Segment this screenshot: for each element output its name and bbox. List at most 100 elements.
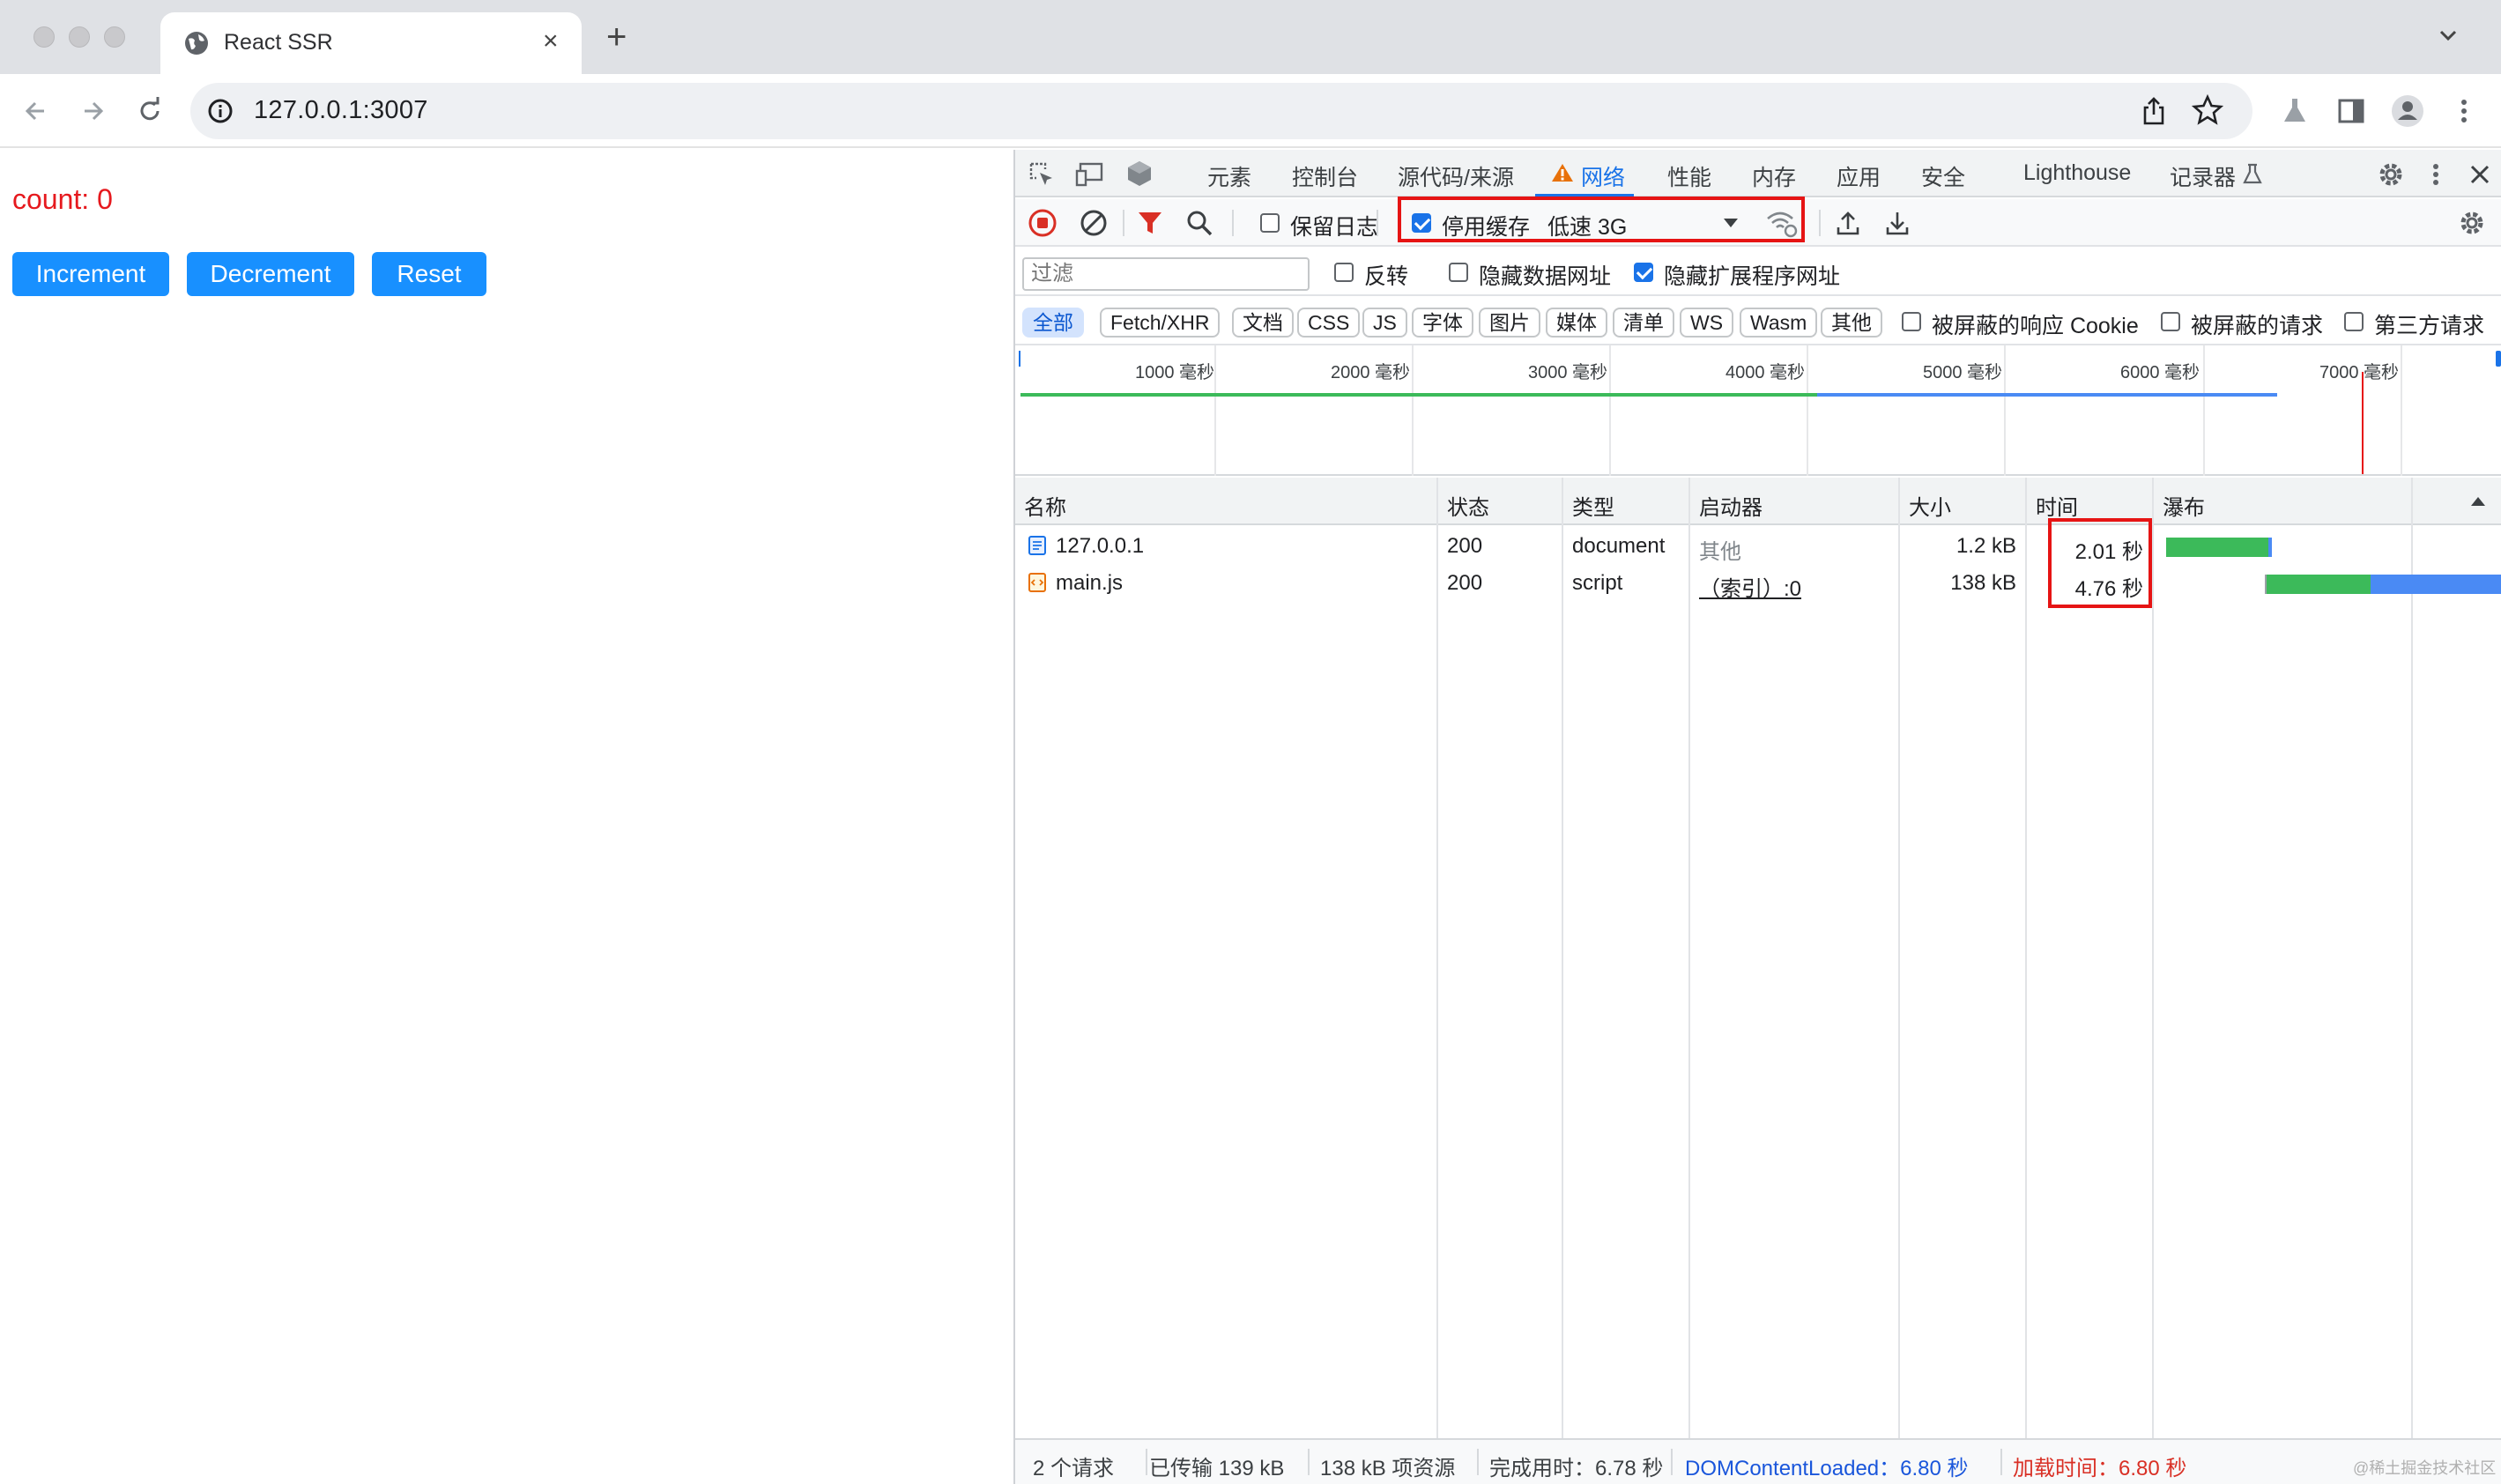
type-chip-img[interactable]: 图片 — [1479, 308, 1540, 338]
third-party-checkbox[interactable] — [2344, 312, 2364, 331]
column-divider[interactable] — [2152, 478, 2154, 1438]
settings-gear-icon[interactable] — [2376, 160, 2406, 189]
tab-close-icon[interactable]: × — [543, 26, 559, 56]
column-header-time[interactable]: 时间 — [2036, 490, 2078, 521]
request-name[interactable]: 127.0.0.1 — [1056, 534, 1144, 559]
column-header-initiator[interactable]: 启动器 — [1699, 490, 1763, 521]
toolbar-divider — [1377, 210, 1378, 236]
device-toolbar-icon[interactable] — [1075, 160, 1105, 189]
request-initiator-link[interactable]: （索引）:0 — [1699, 571, 1801, 602]
invert-label: 反转 — [1364, 264, 1409, 289]
overview-left-handle[interactable] — [1019, 351, 1020, 367]
blocked-requests-checkbox[interactable] — [2161, 312, 2180, 331]
back-arrow-icon[interactable] — [18, 92, 56, 130]
toolbar-divider — [1819, 210, 1821, 236]
column-header-size[interactable]: 大小 — [1909, 490, 1951, 521]
type-chip-manifest[interactable]: 清单 — [1613, 308, 1674, 338]
waterfall-bar[interactable] — [2267, 575, 2371, 594]
overview-gridline — [1807, 345, 1808, 476]
sort-ascending-icon[interactable] — [2469, 495, 2487, 508]
request-name[interactable]: main.js — [1056, 571, 1123, 596]
overview-right-handle[interactable] — [2496, 351, 2501, 367]
site-info-icon[interactable] — [204, 95, 236, 127]
tab-console[interactable]: 控制台 — [1292, 160, 1358, 192]
column-divider[interactable] — [1436, 478, 1438, 1438]
network-overview-timeline[interactable]: 1000 毫秒 2000 毫秒 3000 毫秒 4000 毫秒 5000 毫秒 … — [1015, 345, 2501, 476]
element-picker-icon[interactable] — [1028, 160, 1056, 189]
devtools-menu-kebab-icon[interactable] — [2422, 160, 2450, 189]
increment-button[interactable]: Increment — [12, 252, 169, 296]
address-bar[interactable]: 127.0.0.1:3007 — [190, 83, 2252, 139]
new-tab-button[interactable]: + — [606, 19, 627, 55]
record-stop-icon[interactable] — [1028, 208, 1058, 238]
type-chip-other[interactable]: 其他 — [1821, 308, 1882, 338]
browser-menu-kebab-icon[interactable] — [2445, 92, 2483, 130]
tab-application[interactable]: 应用 — [1837, 160, 1881, 192]
url-text[interactable]: 127.0.0.1:3007 — [254, 96, 428, 125]
column-divider[interactable] — [1898, 478, 1900, 1438]
type-chip-fetch-xhr[interactable]: Fetch/XHR — [1100, 308, 1221, 338]
column-divider[interactable] — [1688, 478, 1690, 1438]
column-divider[interactable] — [1562, 478, 1563, 1438]
hide-extension-urls-checkbox[interactable] — [1634, 263, 1653, 282]
search-icon[interactable] — [1184, 208, 1214, 238]
type-chip-font[interactable]: 字体 — [1412, 308, 1473, 338]
tab-elements[interactable]: 元素 — [1207, 160, 1251, 192]
overview-gridline — [1412, 345, 1414, 476]
window-minimize-button[interactable] — [69, 26, 90, 48]
window-close-button[interactable] — [33, 26, 55, 48]
type-chip-media[interactable]: 媒体 — [1546, 308, 1607, 338]
table-row[interactable]: 127.0.0.1 200 document 其他 1.2 kB 2.01 秒 — [1015, 527, 2501, 564]
tab-network[interactable]: 网络 — [1581, 160, 1625, 192]
invert-checkbox[interactable] — [1334, 263, 1354, 282]
preserve-log-checkbox[interactable] — [1260, 213, 1280, 233]
column-header-name[interactable]: 名称 — [1024, 490, 1066, 521]
bookmark-star-icon[interactable] — [2191, 93, 2224, 127]
clear-icon[interactable] — [1079, 208, 1109, 238]
overview-request-bar-blue — [1817, 393, 2277, 397]
decrement-button[interactable]: Decrement — [187, 252, 354, 296]
filter-funnel-icon[interactable] — [1135, 208, 1165, 238]
column-header-type[interactable]: 类型 — [1572, 490, 1614, 521]
window-zoom-button[interactable] — [104, 26, 125, 48]
type-chip-doc[interactable]: 文档 — [1232, 308, 1294, 338]
blocked-cookies-checkbox[interactable] — [1902, 312, 1921, 331]
type-chip-js[interactable]: JS — [1362, 308, 1407, 338]
type-chip-wasm[interactable]: Wasm — [1740, 308, 1818, 338]
type-chip-all[interactable]: 全部 — [1022, 308, 1084, 338]
share-icon[interactable] — [2138, 95, 2170, 127]
highlight-box-cache-throttling — [1398, 197, 1805, 242]
3d-view-cube-icon[interactable] — [1124, 159, 1154, 189]
tab-title: React SSR — [224, 30, 333, 55]
profile-avatar-icon[interactable] — [2388, 92, 2427, 130]
tab-sources[interactable]: 源代码/来源 — [1398, 160, 1514, 192]
type-chip-css[interactable]: CSS — [1297, 308, 1361, 338]
forward-arrow-icon[interactable] — [74, 92, 113, 130]
tab-search-chevron-icon[interactable] — [2436, 23, 2460, 48]
browser-tab[interactable]: React SSR × — [160, 12, 582, 74]
reload-icon[interactable] — [130, 92, 169, 130]
filter-input[interactable] — [1022, 257, 1310, 291]
labs-flask-icon[interactable] — [2275, 92, 2314, 130]
tab-memory[interactable]: 内存 — [1752, 160, 1796, 192]
side-panel-icon[interactable] — [2332, 92, 2371, 130]
close-devtools-icon[interactable] — [2466, 160, 2494, 189]
column-divider[interactable] — [2025, 478, 2027, 1438]
waterfall-bar[interactable] — [2166, 538, 2270, 557]
hide-data-urls-checkbox[interactable] — [1449, 263, 1468, 282]
tab-lighthouse[interactable]: Lighthouse — [2023, 160, 2131, 186]
export-har-download-icon[interactable] — [1882, 208, 1912, 238]
reset-button[interactable]: Reset — [372, 252, 486, 296]
overview-gridline — [2203, 345, 2205, 476]
tab-recorder[interactable]: 记录器 — [2170, 160, 2236, 192]
hide-data-urls-label: 隐藏数据网址 — [1479, 264, 1612, 289]
network-settings-gear-icon[interactable] — [2457, 208, 2487, 238]
table-row[interactable]: main.js 200 script （索引）:0 138 kB 4.76 秒 — [1015, 564, 2501, 601]
column-header-waterfall[interactable]: 瀑布 — [2163, 490, 2205, 521]
import-har-upload-icon[interactable] — [1833, 208, 1863, 238]
tab-performance[interactable]: 性能 — [1667, 160, 1711, 192]
tab-security[interactable]: 安全 — [1921, 160, 1965, 192]
column-header-status[interactable]: 状态 — [1447, 490, 1489, 521]
blocked-cookies-label: 被屏蔽的响应 Cookie — [1932, 314, 2139, 338]
type-chip-ws[interactable]: WS — [1680, 308, 1734, 338]
